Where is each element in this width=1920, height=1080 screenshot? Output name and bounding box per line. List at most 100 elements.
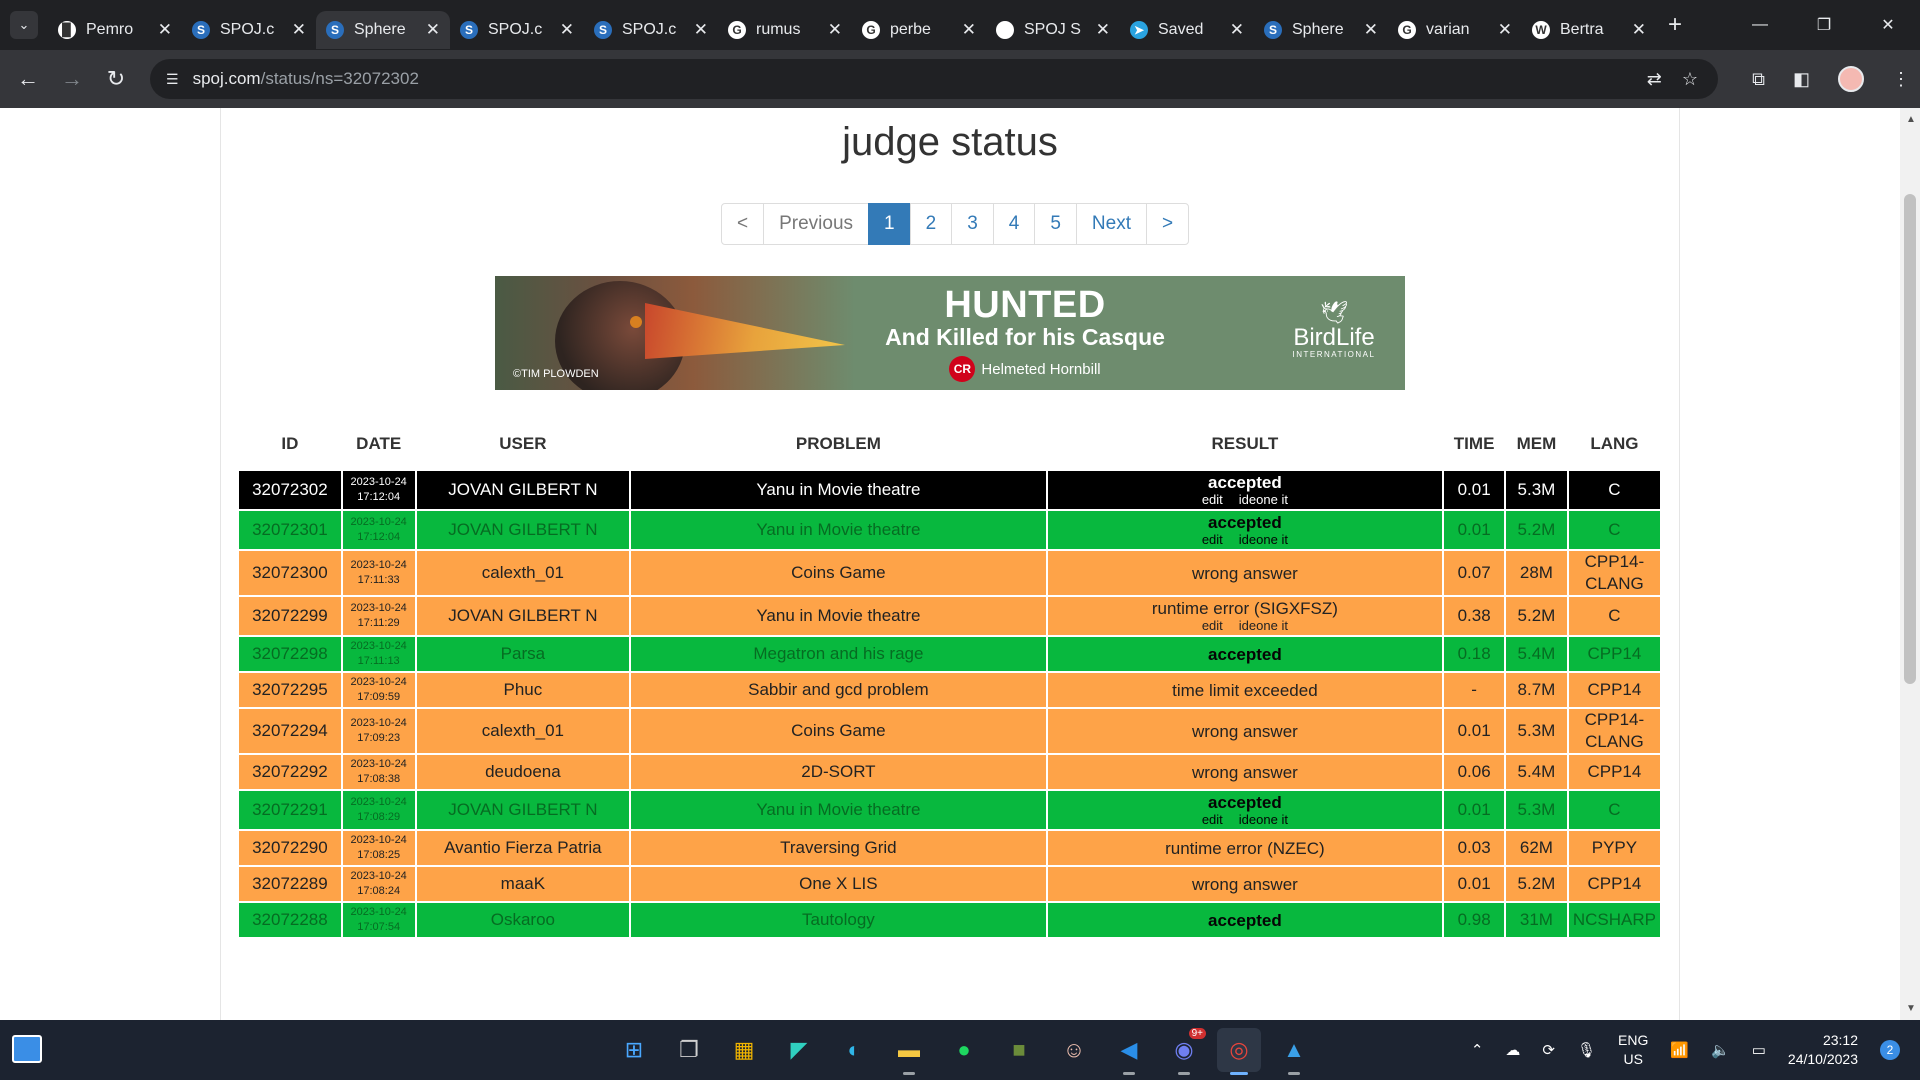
edit-link[interactable]: edit	[1202, 618, 1223, 633]
wifi-icon[interactable]: 📶	[1670, 1041, 1689, 1059]
cell-problem[interactable]: Yanu in Movie theatre	[629, 789, 1048, 831]
browser-tab[interactable]: S Sphere ✕	[1254, 11, 1388, 49]
cell-user[interactable]: JOVAN GILBERT N	[414, 469, 632, 511]
battery-icon[interactable]: ▭	[1752, 1041, 1766, 1059]
cell-user[interactable]: Oskaroo	[414, 901, 632, 939]
cell-problem[interactable]: Megatron and his rage	[629, 635, 1048, 673]
sync-icon[interactable]: ⟳	[1542, 1041, 1555, 1059]
notification-count[interactable]: 2	[1880, 1040, 1900, 1060]
cell-problem[interactable]: Coins Game	[629, 549, 1048, 597]
task-view-icon[interactable]: ❐	[667, 1028, 711, 1072]
cell-problem[interactable]: Yanu in Movie theatre	[629, 509, 1048, 551]
cell-problem[interactable]: One X LIS	[629, 865, 1048, 903]
reload-icon[interactable]: ↻	[94, 66, 138, 92]
ideone-link[interactable]: ideone it	[1239, 492, 1288, 507]
edge-icon[interactable]: ◐	[832, 1028, 876, 1072]
browser-tab[interactable]: SPOJ S ✕	[986, 11, 1120, 49]
scroll-thumb[interactable]	[1904, 194, 1916, 684]
tab-close-icon[interactable]: ✕	[828, 20, 842, 40]
tab-close-icon[interactable]: ✕	[694, 20, 708, 40]
tab-close-icon[interactable]: ✕	[1096, 20, 1110, 40]
cell-user[interactable]: maaK	[414, 865, 632, 903]
chrome-icon[interactable]: ◎	[1217, 1028, 1261, 1075]
cell-problem[interactable]: Traversing Grid	[629, 829, 1048, 867]
pagination-page-4[interactable]: 4	[992, 203, 1036, 245]
cell-id[interactable]: 32072302	[237, 469, 343, 511]
cell-id[interactable]: 32072288	[237, 901, 343, 939]
onedrive-icon[interactable]: ☁	[1505, 1041, 1520, 1059]
browser-tab[interactable]: Gvarian ✕	[1388, 11, 1522, 49]
cell-problem[interactable]: Yanu in Movie theatre	[629, 595, 1048, 637]
minecraft-icon[interactable]: ■	[997, 1028, 1041, 1072]
cell-id[interactable]: 32072290	[237, 829, 343, 867]
cell-id[interactable]: 32072300	[237, 549, 343, 597]
page-scrollbar[interactable]: ▲ ▼	[1900, 108, 1920, 1020]
pagination-next[interactable]: Next	[1075, 203, 1147, 245]
cell-user[interactable]: JOVAN GILBERT N	[414, 789, 632, 831]
pagination-page-3[interactable]: 3	[951, 203, 994, 245]
column-header-user[interactable]: USER	[416, 418, 631, 470]
minimize-icon[interactable]: —	[1728, 16, 1792, 34]
scroll-down-arrow-icon[interactable]: ▼	[1906, 1003, 1916, 1014]
cell-problem[interactable]: 2D-SORT	[629, 753, 1048, 791]
ad-banner[interactable]: ©TIM PLOWDEN HUNTED And Killed for his C…	[495, 276, 1405, 390]
profile-avatar[interactable]	[1838, 66, 1864, 92]
ideone-link[interactable]: ideone it	[1239, 812, 1288, 827]
tab-close-icon[interactable]: ✕	[158, 20, 172, 40]
cell-user[interactable]: calexth_01	[414, 707, 632, 755]
tab-close-icon[interactable]: ✕	[426, 20, 440, 40]
back-icon[interactable]: ←	[6, 66, 50, 92]
browser-tab[interactable]: S Sphere ✕	[316, 11, 450, 49]
bookmark-star-icon[interactable]: ☆	[1682, 69, 1698, 90]
tray-chevron-icon[interactable]: ⌃	[1471, 1041, 1484, 1059]
cell-user[interactable]: Avantio Fierza Patria	[414, 829, 632, 867]
pagination-page-2[interactable]: 2	[909, 203, 953, 245]
cell-id[interactable]: 32072291	[237, 789, 343, 831]
restore-icon[interactable]: ❐	[1792, 15, 1856, 35]
pagination-previous[interactable]: Previous	[763, 203, 870, 245]
cell-user[interactable]: calexth_01	[414, 549, 632, 597]
microphone-icon[interactable]: 🎙	[1577, 1041, 1596, 1059]
browser-tab[interactable]: Gperbe ✕	[852, 11, 986, 49]
clock[interactable]: 23:12 24/10/2023	[1788, 1031, 1858, 1069]
anime-app-icon[interactable]: ☺	[1052, 1028, 1096, 1072]
pagination-first[interactable]: <	[721, 203, 765, 245]
ideone-link[interactable]: ideone it	[1239, 618, 1288, 633]
file-explorer-icon[interactable]: ▬	[887, 1028, 931, 1075]
address-bar[interactable]: ☰ spoj.com/status/ns=32072302 ⇄ ☆	[150, 59, 1718, 99]
tab-close-icon[interactable]: ✕	[1498, 20, 1512, 40]
extensions-icon[interactable]: ⧉	[1752, 69, 1765, 90]
cell-id[interactable]: 32072295	[237, 671, 343, 709]
browser-tab[interactable]: ▉ Pemro ✕	[48, 11, 182, 49]
edit-link[interactable]: edit	[1202, 812, 1223, 827]
edit-link[interactable]: edit	[1202, 492, 1223, 507]
spotify-icon[interactable]: ●	[942, 1028, 986, 1072]
pagination-last[interactable]: >	[1146, 203, 1190, 245]
browser-tab[interactable]: S SPOJ.c ✕	[450, 11, 584, 49]
ideone-link[interactable]: ideone it	[1239, 532, 1288, 547]
widgets-icon[interactable]	[12, 1035, 42, 1063]
cell-problem[interactable]: Tautology	[629, 901, 1048, 939]
column-header-result[interactable]: RESULT	[1047, 418, 1444, 470]
tab-close-icon[interactable]: ✕	[292, 20, 306, 40]
browser-tab[interactable]: W Bertra ✕	[1522, 11, 1656, 49]
close-window-icon[interactable]: ✕	[1856, 15, 1920, 35]
language-indicator[interactable]: ENG US	[1618, 1031, 1648, 1069]
cell-id[interactable]: 32072292	[237, 753, 343, 791]
pagination-page-1[interactable]: 1	[868, 203, 911, 245]
column-header-date[interactable]: DATE	[342, 418, 416, 470]
translate-icon[interactable]: ⇄	[1647, 69, 1662, 90]
cell-id[interactable]: 32072301	[237, 509, 343, 551]
cell-id[interactable]: 32072294	[237, 707, 343, 755]
capcut-icon[interactable]: ◤	[777, 1028, 821, 1072]
scroll-up-arrow-icon[interactable]: ▲	[1906, 114, 1916, 125]
column-header-time[interactable]: TIME	[1443, 418, 1505, 470]
cell-user[interactable]: Phuc	[414, 671, 632, 709]
forward-icon[interactable]: →	[50, 66, 94, 92]
browser-tab[interactable]: S SPOJ.c ✕	[182, 11, 316, 49]
side-panel-icon[interactable]: ◧	[1793, 69, 1810, 90]
store-icon[interactable]: ▦	[722, 1028, 766, 1072]
tab-close-icon[interactable]: ✕	[1230, 20, 1244, 40]
cell-problem[interactable]: Yanu in Movie theatre	[629, 469, 1048, 511]
cell-user[interactable]: Parsa	[414, 635, 632, 673]
